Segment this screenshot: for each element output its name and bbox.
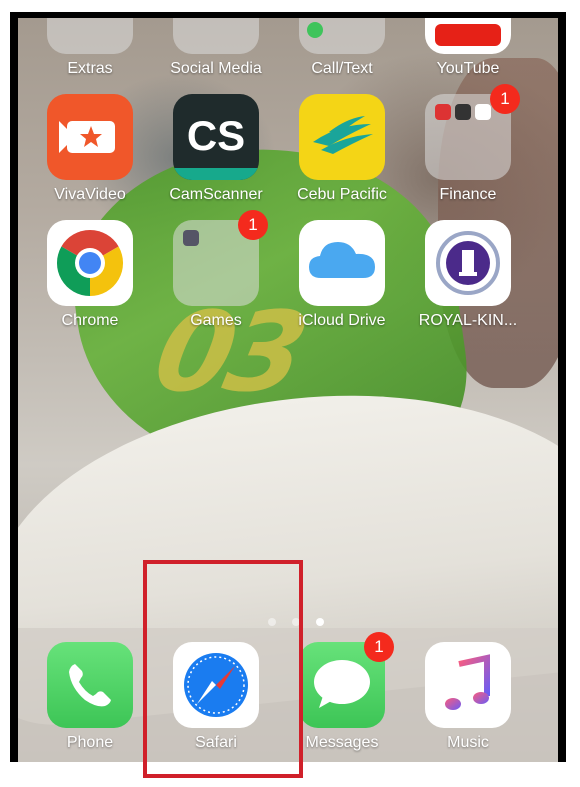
app-label: Phone (66, 734, 114, 751)
safari-highlight-box (143, 560, 303, 778)
app-extras[interactable]: Extras (40, 18, 140, 78)
cebu-pacific-icon (299, 94, 385, 180)
app-royal-kin[interactable]: ROYAL-KIN... (418, 220, 518, 330)
page-dot-active[interactable] (316, 618, 325, 626)
app-finance-folder[interactable]: 1 Finance (418, 84, 520, 204)
app-label: Music (447, 734, 489, 751)
music-icon (425, 642, 511, 728)
app-label: VivaVideo (54, 186, 126, 203)
app-label: iCloud Drive (298, 312, 386, 329)
app-label: ROYAL-KIN... (418, 312, 518, 329)
screenshot-frame: 03 Extras Social Media Call/Text YouTube (0, 0, 580, 787)
app-label: Messages (305, 734, 379, 751)
app-label: Call/Text (311, 60, 373, 77)
camscanner-icon: CS (173, 94, 259, 180)
dock-app-messages[interactable]: 1 Messages (292, 632, 394, 752)
app-label: CamScanner (169, 186, 263, 203)
app-cebu-pacific[interactable]: Cebu Pacific (292, 94, 392, 204)
folder-icon (299, 18, 385, 54)
app-social-media[interactable]: Social Media (166, 18, 266, 78)
app-label: Finance (439, 186, 497, 203)
notification-badge: 1 (238, 210, 268, 240)
chrome-icon (47, 220, 133, 306)
vivavideo-icon (47, 94, 133, 180)
phone-icon (47, 642, 133, 728)
notification-badge: 1 (490, 84, 520, 114)
notification-badge: 1 (364, 632, 394, 662)
app-youtube[interactable]: YouTube (418, 18, 518, 78)
app-vivavideo[interactable]: VivaVideo (40, 94, 140, 204)
icloud-icon (299, 220, 385, 306)
app-icloud-drive[interactable]: iCloud Drive (292, 220, 392, 330)
app-label: YouTube (436, 60, 500, 77)
dock-app-music[interactable]: Music (418, 642, 518, 752)
app-label: Cebu Pacific (297, 186, 387, 203)
app-chrome[interactable]: Chrome (40, 220, 140, 330)
app-label: Chrome (61, 312, 119, 329)
youtube-icon (425, 18, 511, 54)
app-label: Games (190, 312, 242, 329)
app-label: Extras (67, 60, 113, 77)
app-games-folder[interactable]: 1 Games (166, 210, 268, 330)
app-camscanner[interactable]: CS CamScanner (166, 94, 266, 204)
folder-icon (173, 18, 259, 54)
dock-app-phone[interactable]: Phone (40, 642, 140, 752)
royal-kin-icon (425, 220, 511, 306)
folder-icon (47, 18, 133, 54)
app-label: Social Media (170, 60, 262, 77)
app-call-text[interactable]: Call/Text (292, 18, 392, 78)
